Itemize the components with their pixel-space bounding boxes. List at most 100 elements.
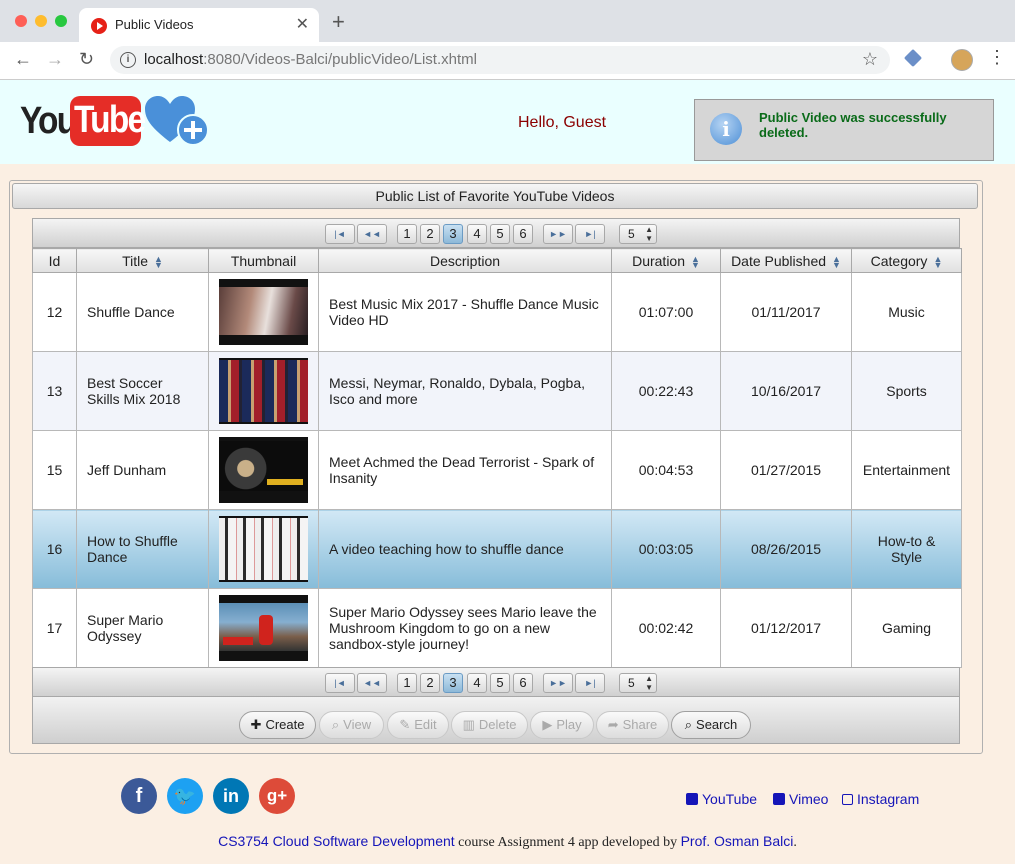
play-icon: ▶ xyxy=(542,717,553,732)
table-row[interactable]: 17 Super Mario Odyssey Super Mario Odyss… xyxy=(32,588,962,668)
table-row[interactable]: 12 Shuffle Dance Best Music Mix 2017 - S… xyxy=(32,272,962,352)
youtube-logo-you: You xyxy=(20,100,77,142)
address-bar[interactable]: i localhost:8080/Videos-Balci/publicVide… xyxy=(110,46,890,74)
cell-description: A video teaching how to shuffle dance xyxy=(318,509,612,589)
video-thumbnail[interactable] xyxy=(219,437,308,503)
favorite-heart-plus-icon xyxy=(145,96,209,146)
video-thumbnail[interactable] xyxy=(219,358,308,424)
play-button[interactable]: ▶ Play xyxy=(530,711,594,739)
page-1-button[interactable]: 1 xyxy=(397,224,417,244)
video-thumbnail[interactable] xyxy=(219,595,308,661)
new-tab-button[interactable]: + xyxy=(332,11,345,33)
sort-icon[interactable]: ▲ ▼ xyxy=(933,254,942,269)
search-button[interactable]: ⌕ Search xyxy=(671,711,751,739)
vimeo-icon xyxy=(773,793,785,805)
googleplus-icon[interactable]: g+ xyxy=(259,778,295,814)
panel-title: Public List of Favorite YouTube Videos xyxy=(12,183,978,209)
videos-table: Id Title ▲ ▼ Thumbnail Description Duratio… xyxy=(32,248,962,668)
table-row[interactable]: 13 Best Soccer Skills Mix 2018 Messi, Ne… xyxy=(32,351,962,431)
cell-title: How to Shuffle Dance xyxy=(76,509,209,589)
share-button[interactable]: ➦ Share xyxy=(596,711,669,739)
browser-tab[interactable]: Public Videos ✕ xyxy=(79,8,319,42)
cell-id: 15 xyxy=(32,430,77,510)
column-header-id: Id xyxy=(32,248,77,273)
rows-per-page-select[interactable]: 5 ▲ ▼ xyxy=(619,224,657,244)
success-message-text: Public Video was successfully deleted. xyxy=(759,110,947,140)
cell-date: 08/26/2015 xyxy=(720,509,852,589)
url-text[interactable]: localhost:8080/Videos-Balci/publicVideo/… xyxy=(144,51,477,68)
page-2-button[interactable]: 2 xyxy=(420,673,440,693)
tab-title: Public Videos xyxy=(115,17,194,32)
next-page-button[interactable]: ►► xyxy=(543,224,573,244)
cell-thumbnail xyxy=(208,509,319,589)
sort-icon[interactable]: ▲ ▼ xyxy=(154,254,163,269)
trash-icon: ▥ xyxy=(462,717,475,732)
reload-button[interactable]: ↻ xyxy=(79,49,94,70)
cell-title: Best Soccer Skills Mix 2018 xyxy=(76,351,209,431)
page-1-button[interactable]: 1 xyxy=(397,673,417,693)
column-header-title[interactable]: Title ▲ ▼ xyxy=(76,248,209,273)
profile-avatar[interactable] xyxy=(951,49,973,71)
bookmark-star-icon[interactable]: ☆ xyxy=(862,49,878,70)
last-page-button[interactable]: ►| xyxy=(575,224,605,244)
linkedin-icon[interactable]: in xyxy=(213,778,249,814)
next-page-button[interactable]: ►► xyxy=(543,673,573,693)
page-6-button[interactable]: 6 xyxy=(513,673,533,693)
view-button[interactable]: ⌕ View xyxy=(319,711,384,739)
prev-page-button[interactable]: ◄◄ xyxy=(357,224,387,244)
edit-button[interactable]: ✎ Edit xyxy=(387,711,449,739)
author-link[interactable]: Prof. Osman Balci xyxy=(681,833,794,849)
vimeo-link[interactable]: Vimeo xyxy=(773,791,828,807)
page-6-button[interactable]: 6 xyxy=(513,224,533,244)
column-header-duration[interactable]: Duration ▲ ▼ xyxy=(611,248,721,273)
cell-duration: 00:03:05 xyxy=(611,509,721,589)
twitter-icon[interactable]: 🐦 xyxy=(167,778,203,814)
page-5-button[interactable]: 5 xyxy=(490,224,510,244)
rows-per-page-select[interactable]: 5 ▲ ▼ xyxy=(619,673,657,693)
cell-date: 10/16/2017 xyxy=(720,351,852,431)
youtube-icon xyxy=(686,793,698,805)
youtube-favicon-icon xyxy=(91,18,107,34)
paginator-bottom: |◄ ◄◄ 1 2 3 4 5 6 ►► ►| 5 ▲ ▼ xyxy=(32,667,960,697)
page-3-button[interactable]: 3 xyxy=(443,224,463,244)
column-header-category[interactable]: Category ▲ ▼ xyxy=(851,248,962,273)
forward-button[interactable]: → xyxy=(46,49,64,70)
prev-page-button[interactable]: ◄◄ xyxy=(357,673,387,693)
column-header-date-published[interactable]: Date Published ▲ ▼ xyxy=(720,248,852,273)
edit-icon: ✎ xyxy=(399,717,411,732)
instagram-icon xyxy=(842,794,853,805)
page-3-button[interactable]: 3 xyxy=(443,673,463,693)
sort-icon[interactable]: ▲ ▼ xyxy=(832,254,841,269)
close-window-button[interactable] xyxy=(15,15,27,27)
cell-category: Sports xyxy=(851,351,962,431)
cell-id: 13 xyxy=(32,351,77,431)
video-thumbnail[interactable] xyxy=(219,279,308,345)
page-4-button[interactable]: 4 xyxy=(467,224,487,244)
youtube-link[interactable]: YouTube xyxy=(686,791,757,807)
video-thumbnail[interactable] xyxy=(219,516,308,582)
browser-menu-icon[interactable]: ⋮ xyxy=(988,47,1006,68)
instagram-link[interactable]: Instagram xyxy=(842,791,919,807)
page-2-button[interactable]: 2 xyxy=(420,224,440,244)
back-button[interactable]: ← xyxy=(14,49,32,70)
table-row-selected[interactable]: 16 How to Shuffle Dance A video teaching… xyxy=(32,509,962,589)
course-link[interactable]: CS3754 Cloud Software Development xyxy=(218,833,455,849)
first-page-button[interactable]: |◄ xyxy=(325,224,355,244)
cell-category: Gaming xyxy=(851,588,962,668)
extension-icon[interactable] xyxy=(903,48,923,68)
cell-duration: 00:02:42 xyxy=(611,588,721,668)
page-4-button[interactable]: 4 xyxy=(467,673,487,693)
delete-button[interactable]: ▥ Delete xyxy=(451,711,528,739)
facebook-icon[interactable]: f xyxy=(121,778,157,814)
sort-icon[interactable]: ▲ ▼ xyxy=(691,254,700,269)
page-5-button[interactable]: 5 xyxy=(490,673,510,693)
table-row[interactable]: 15 Jeff Dunham Meet Achmed the Dead Terr… xyxy=(32,430,962,510)
first-page-button[interactable]: |◄ xyxy=(325,673,355,693)
minimize-window-button[interactable] xyxy=(35,15,47,27)
maximize-window-button[interactable] xyxy=(55,15,67,27)
site-info-icon[interactable]: i xyxy=(120,52,136,68)
last-page-button[interactable]: ►| xyxy=(575,673,605,693)
create-button[interactable]: ✚ Create xyxy=(239,711,316,739)
tab-close-icon[interactable]: ✕ xyxy=(296,14,309,34)
cell-date: 01/12/2017 xyxy=(720,588,852,668)
